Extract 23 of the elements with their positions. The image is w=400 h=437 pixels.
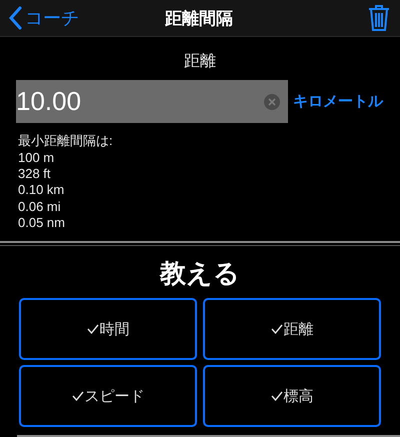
minimum-value: 100 m	[18, 150, 56, 166]
minimum-value: 0.05 nm	[18, 214, 66, 232]
screen-title: 距離間隔	[164, 8, 234, 30]
option-button[interactable]: 時間	[19, 298, 197, 360]
checkmark-icon	[270, 324, 282, 334]
checkmark-icon	[72, 391, 84, 401]
unit-button[interactable]: キロメートル	[293, 92, 383, 112]
option-button[interactable]: スピード	[19, 365, 197, 427]
minimum-value: 0.06 mi	[18, 198, 62, 215]
clear-icon	[264, 94, 280, 110]
checkmark-icon	[270, 391, 282, 401]
minimum-value: 328 ft	[18, 166, 52, 182]
distance-field[interactable]: 10.00	[16, 80, 288, 124]
field-label: 距離	[183, 52, 217, 72]
back-button[interactable]: コーチ	[8, 6, 98, 30]
option-button[interactable]: 標高	[203, 365, 381, 427]
chevron-left-icon	[8, 6, 22, 30]
minimum-heading: 最小距離間隔は:	[18, 133, 114, 150]
section-title: 教える	[158, 257, 241, 290]
checkmark-icon	[86, 324, 98, 334]
minimum-value: 0.10 km	[18, 182, 66, 199]
option-button[interactable]: 距離	[203, 298, 381, 360]
trash-icon	[368, 4, 390, 32]
